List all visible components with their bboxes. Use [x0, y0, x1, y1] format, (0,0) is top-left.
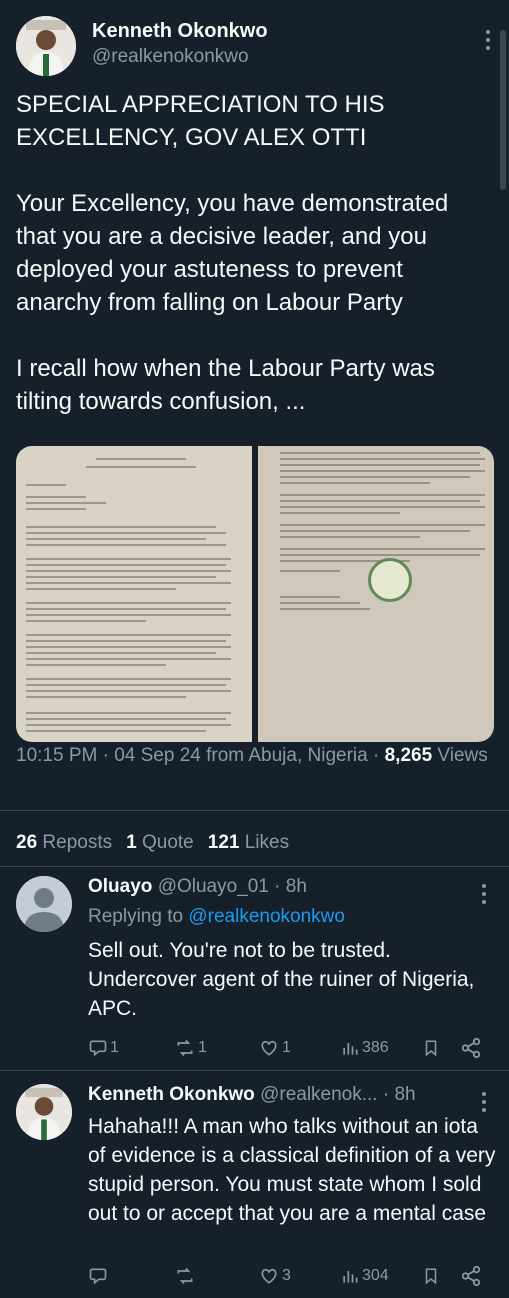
- share-icon: [461, 1037, 481, 1059]
- divider: [0, 1070, 509, 1071]
- likes-stat[interactable]: 121 Likes: [208, 832, 289, 853]
- main-tweet-header: Kenneth Okonkwo @realkenokonkwo: [16, 16, 493, 78]
- author-name[interactable]: Kenneth Okonkwo: [92, 20, 268, 43]
- author-avatar[interactable]: [16, 1084, 72, 1140]
- more-icon[interactable]: [481, 884, 487, 908]
- reply-author-name[interactable]: Kenneth Okonkwo: [88, 1084, 255, 1105]
- share-icon: [461, 1265, 481, 1287]
- views-icon: [343, 1271, 358, 1283]
- reply-button[interactable]: 1: [88, 1036, 119, 1060]
- author-handle[interactable]: @realkenokonkwo: [92, 46, 249, 68]
- reply-item[interactable]: Oluayo @Oluayo_01 · 8h Replying to @real…: [0, 876, 509, 1066]
- repost-button[interactable]: [174, 1264, 198, 1288]
- reply-actions: 3 304: [88, 1264, 488, 1288]
- replying-to-handle[interactable]: @realkenokonkwo: [188, 906, 345, 927]
- like-icon: [261, 1268, 277, 1284]
- reply-button[interactable]: [88, 1264, 110, 1288]
- divider: [0, 866, 509, 867]
- official-stamp: [368, 558, 412, 602]
- author-avatar[interactable]: [16, 16, 76, 76]
- scrollbar[interactable]: [500, 30, 506, 190]
- reply-icon: [89, 1268, 107, 1285]
- tweet-media[interactable]: [16, 446, 494, 742]
- reposts-stat[interactable]: 26 Reposts: [16, 832, 112, 853]
- reply-author-handle[interactable]: @Oluayo_01: [158, 876, 269, 897]
- reply-time[interactable]: · 8h: [378, 1084, 416, 1105]
- media-image-letter-page-1[interactable]: [16, 446, 252, 742]
- replying-to: Replying to @realkenokonkwo: [88, 906, 345, 928]
- views-button[interactable]: 304: [340, 1264, 389, 1288]
- bookmark-icon: [425, 1268, 437, 1285]
- default-avatar[interactable]: [16, 876, 72, 932]
- quotes-stat[interactable]: 1 Quote: [126, 832, 194, 853]
- share-button[interactable]: [460, 1036, 484, 1060]
- views-icon: [343, 1043, 358, 1055]
- more-icon[interactable]: [485, 30, 491, 54]
- tweet-text: SPECIAL APPRECIATION TO HIS EXCELLENCY, …: [16, 91, 449, 415]
- reply-time[interactable]: · 8h: [269, 876, 307, 897]
- reply-header: Oluayo @Oluayo_01 · 8h: [88, 876, 307, 898]
- bookmark-button[interactable]: [422, 1036, 442, 1060]
- bookmark-icon: [425, 1040, 437, 1057]
- reply-text: Sell out. You're not to be trusted. Unde…: [88, 939, 475, 1020]
- bookmark-button[interactable]: [422, 1264, 442, 1288]
- views-count: 8,265: [384, 745, 433, 766]
- views-label: Views: [437, 745, 488, 766]
- views-button[interactable]: 386: [340, 1036, 389, 1060]
- reply-actions: 1 1 1 386: [88, 1036, 488, 1060]
- repost-icon: [177, 1039, 193, 1057]
- replying-prefix: Replying to: [88, 906, 189, 927]
- repost-icon: [177, 1267, 193, 1285]
- like-icon: [261, 1040, 277, 1056]
- reply-header: Kenneth Okonkwo @realkenok... · 8h: [88, 1084, 416, 1106]
- reply-icon: [89, 1040, 107, 1057]
- share-button[interactable]: [460, 1264, 484, 1288]
- media-image-letter-page-2[interactable]: [258, 446, 494, 742]
- repost-button[interactable]: 1: [174, 1036, 207, 1060]
- divider: [0, 810, 509, 811]
- reply-text: Hahaha!!! A man who talks without an iot…: [88, 1115, 496, 1225]
- tweet-stats: 26 Reposts 1 Quote 121 Likes: [16, 832, 289, 854]
- tweet-timestamp[interactable]: 10:15 PM · 04 Sep 24 from Abuja, Nigeria…: [16, 745, 385, 766]
- reply-author-handle[interactable]: @realkenok...: [260, 1084, 378, 1105]
- like-button[interactable]: 1: [258, 1036, 291, 1060]
- tweet-meta: 10:15 PM · 04 Sep 24 from Abuja, Nigeria…: [16, 742, 496, 770]
- reply-item[interactable]: Kenneth Okonkwo @realkenok... · 8h Hahah…: [0, 1084, 509, 1294]
- like-button[interactable]: 3: [258, 1264, 291, 1288]
- reply-author-name[interactable]: Oluayo: [88, 876, 152, 897]
